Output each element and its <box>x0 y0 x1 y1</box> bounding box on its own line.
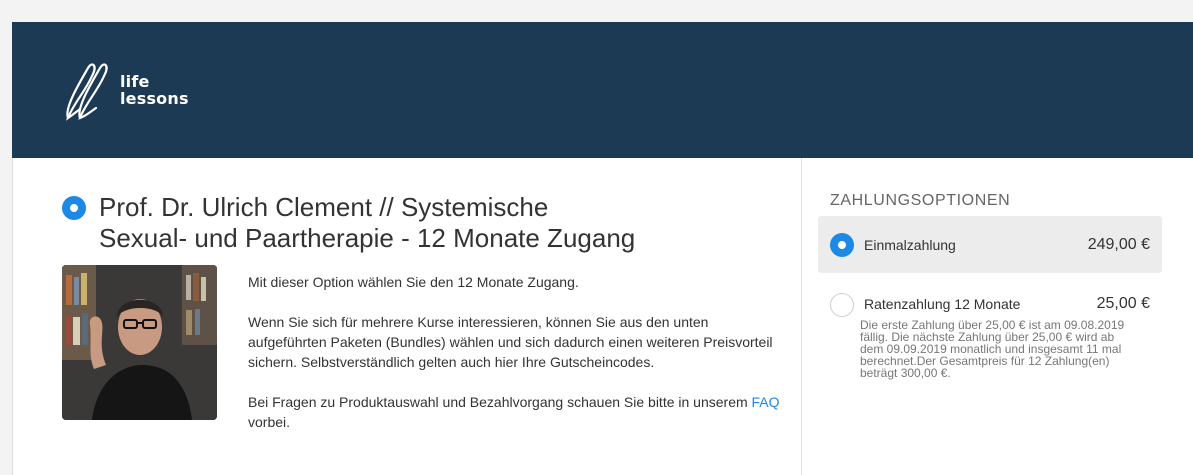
checkout-page: life lessons Prof. Dr. Ulrich Clement //… <box>0 0 1193 475</box>
product-section: Prof. Dr. Ulrich Clement // Systemische … <box>13 158 801 475</box>
payment-options-heading: ZAHLUNGSOPTIONEN <box>830 192 1011 209</box>
payment-option-installments[interactable]: Ratenzahlung 12 Monate 25,00 € Die erste… <box>818 285 1162 425</box>
product-title: Prof. Dr. Ulrich Clement // Systemische … <box>99 192 799 254</box>
life-lessons-logo[interactable]: life lessons <box>62 62 222 122</box>
description-paragraph-1: Mit dieser Option wählen Sie den 12 Mona… <box>248 272 788 292</box>
payment-option-price: 25,00 € <box>1096 295 1150 312</box>
description-text: vorbei. <box>248 414 291 430</box>
portrait-image <box>62 265 217 420</box>
payment-option-one-time[interactable]: Einmalzahlung 249,00 € <box>818 216 1162 273</box>
payment-radio-unselected[interactable] <box>830 293 854 317</box>
product-radio-selected[interactable] <box>62 196 86 220</box>
payment-radio-selected[interactable] <box>830 233 854 257</box>
logo-wordmark: life lessons <box>120 73 189 107</box>
product-card: Prof. Dr. Ulrich Clement // Systemische … <box>12 158 1193 475</box>
product-title-line-2: Sexual- und Paartherapie - 12 Monate Zug… <box>99 223 636 253</box>
instructor-photo <box>62 265 217 420</box>
payment-option-price: 249,00 € <box>1087 236 1150 253</box>
logo-line-1: life <box>120 72 150 91</box>
product-title-line-1: Prof. Dr. Ulrich Clement // Systemische <box>99 192 549 222</box>
payment-options-panel: ZAHLUNGSOPTIONEN Einmalzahlung 249,00 € … <box>802 158 1193 475</box>
faq-link[interactable]: FAQ <box>752 394 780 410</box>
description-highlight: 12 Monate Zugang <box>457 274 575 290</box>
product-description: Mit dieser Option wählen Sie den 12 Mona… <box>248 272 788 452</box>
description-paragraph-2: Wenn Sie sich für mehrere Kurse interess… <box>248 314 773 370</box>
logo-line-2: lessons <box>120 89 189 108</box>
site-header: life lessons <box>12 22 1193 158</box>
ll-logo-icon <box>65 63 108 121</box>
description-paragraph-3: Bei Fragen zu Produktauswahl und Bezahlv… <box>248 392 788 432</box>
payment-option-label: Einmalzahlung <box>864 237 956 253</box>
description-text: . <box>574 274 579 290</box>
payment-option-label: Ratenzahlung 12 Monate <box>864 296 1021 312</box>
installment-details: Die erste Zahlung über 25,00 € ist am 09… <box>860 318 1125 380</box>
description-text: Bei Fragen zu Produktauswahl und Bezahlv… <box>248 394 752 410</box>
description-text: Mit dieser Option wählen Sie den <box>248 274 458 290</box>
